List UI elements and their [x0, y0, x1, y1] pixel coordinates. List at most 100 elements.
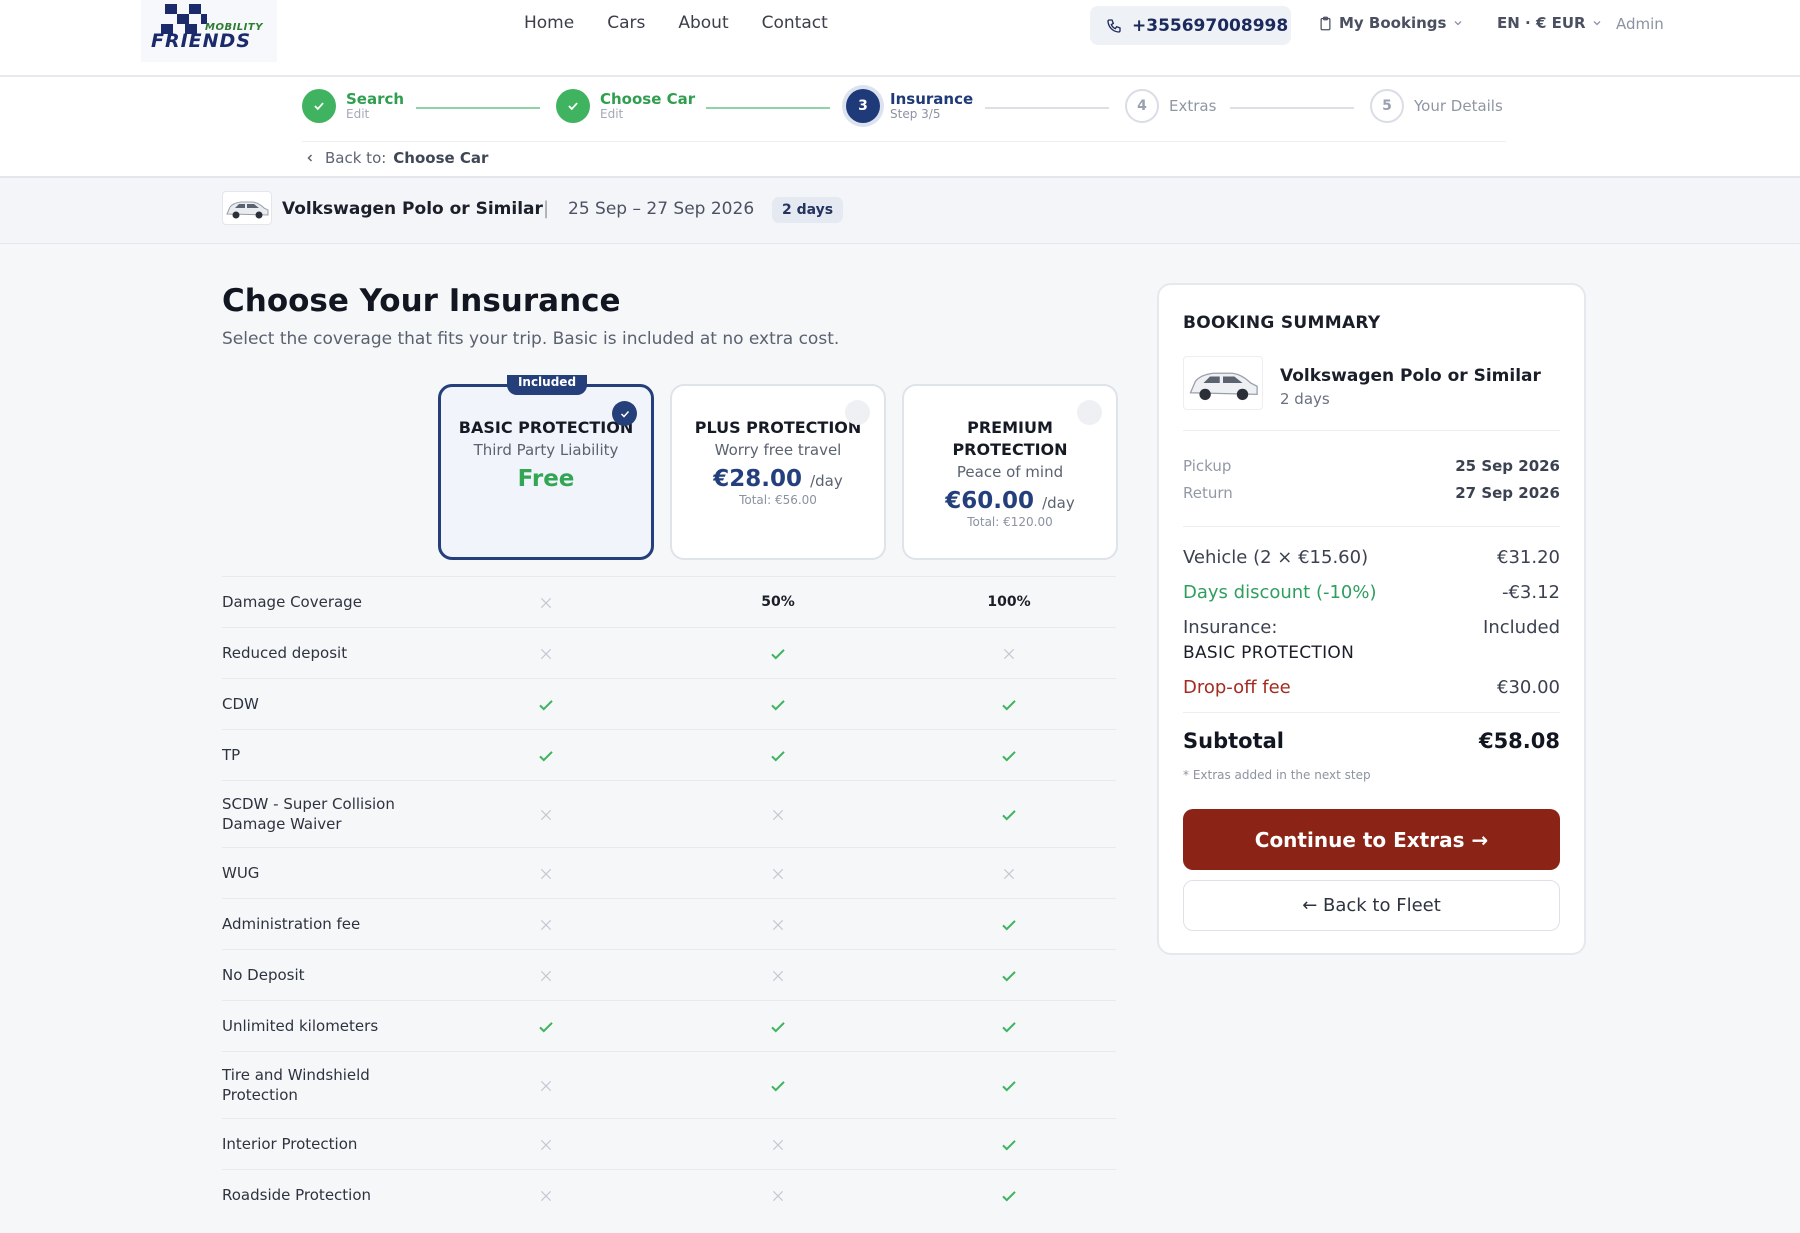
- feature-row: TP: [222, 729, 1116, 780]
- continue-to-extras-button[interactable]: Continue to Extras →: [1183, 809, 1560, 870]
- nav-contact[interactable]: Contact: [762, 13, 828, 33]
- brand-logo[interactable]: MOBILITY FRIENDS: [141, 0, 277, 62]
- back-target: Choose Car: [393, 149, 489, 167]
- nav-about[interactable]: About: [678, 13, 728, 33]
- cross-icon: [526, 646, 566, 662]
- vehicle-label: Vehicle (2 × €15.60): [1183, 547, 1369, 568]
- language-currency-label: EN · € EUR: [1497, 14, 1586, 32]
- insurance-amount: Included: [1483, 617, 1560, 638]
- plan-card-plus[interactable]: PLUS PROTECTION Worry free travel €28.00…: [670, 384, 886, 560]
- cross-icon: [526, 917, 566, 933]
- stepper-divider: [302, 141, 1506, 142]
- selected-check-icon: [612, 401, 637, 426]
- step-number: 5: [1370, 89, 1404, 123]
- check-icon: [989, 747, 1029, 765]
- feature-row: Unlimited kilometers: [222, 1000, 1116, 1051]
- cross-icon: [989, 646, 1029, 662]
- check-icon: [758, 696, 798, 714]
- cross-icon: [758, 807, 798, 823]
- step-subtitle: Edit: [346, 107, 370, 121]
- radio-button[interactable]: [845, 400, 870, 425]
- language-currency-menu[interactable]: EN · € EUR: [1497, 14, 1603, 32]
- page-title: Choose Your Insurance: [222, 283, 621, 319]
- step-connector: [985, 107, 1109, 109]
- phone-number: +355697008998: [1132, 15, 1289, 36]
- feature-row: Tire and Windshield Protection: [222, 1051, 1116, 1118]
- nav-home[interactable]: Home: [524, 13, 574, 33]
- feature-row: SCDW - Super Collision Damage Waiver: [222, 780, 1116, 847]
- admin-link[interactable]: Admin: [1616, 15, 1664, 33]
- feature-label: TP: [222, 746, 241, 764]
- plan-card-premium[interactable]: PREMIUM PROTECTION Peace of mind €60.00 …: [902, 384, 1118, 560]
- divider: [1183, 712, 1560, 713]
- feature-row: Interior Protection: [222, 1118, 1116, 1169]
- check-icon: [989, 1018, 1029, 1036]
- step-title: Insurance: [890, 90, 974, 108]
- selected-car-strip: Volkswagen Polo or Similar | 25 Sep – 27…: [0, 178, 1800, 244]
- feature-row: Damage Coverage 50% 100%: [222, 576, 1116, 627]
- back-prefix: Back to:: [325, 149, 387, 167]
- feature-label: Interior Protection: [222, 1135, 358, 1153]
- page-subtitle: Select the coverage that fits your trip.…: [222, 329, 840, 349]
- plan-price-unit: /day: [810, 472, 843, 490]
- cross-icon: [758, 1137, 798, 1153]
- cross-icon: [758, 866, 798, 882]
- cross-icon: [526, 807, 566, 823]
- my-bookings-menu[interactable]: My Bookings: [1318, 14, 1464, 32]
- check-icon: [989, 916, 1029, 934]
- check-icon: [526, 696, 566, 714]
- coverage-value: 100%: [987, 593, 1031, 610]
- back-to-fleet-button[interactable]: ← Back to Fleet: [1183, 880, 1560, 931]
- plan-price: Free: [517, 466, 575, 492]
- check-icon: [989, 1136, 1029, 1154]
- check-icon: [526, 747, 566, 765]
- step-title: Your Details: [1414, 97, 1503, 115]
- summary-heading: BOOKING SUMMARY: [1183, 313, 1381, 333]
- dropoff-label: Drop-off fee: [1183, 677, 1291, 698]
- dropoff-row: Drop-off fee €30.00: [1183, 677, 1560, 698]
- plan-price: €28.00: [713, 466, 803, 492]
- feature-label: WUG: [222, 864, 260, 882]
- step-choose-car[interactable]: Choose Car Edit: [556, 89, 695, 123]
- discount-label: Days discount (-10%): [1183, 582, 1377, 603]
- cross-icon: [526, 866, 566, 882]
- plan-total: Total: €56.00: [739, 493, 817, 507]
- step-connector: [416, 107, 540, 109]
- phone-button[interactable]: +355697008998: [1090, 6, 1291, 45]
- chevron-down-icon: [1593, 21, 1601, 26]
- cross-icon: [526, 1188, 566, 1204]
- plan-price-unit: /day: [1042, 494, 1075, 512]
- feature-row: Reduced deposit: [222, 627, 1116, 678]
- cross-icon: [526, 968, 566, 984]
- check-icon: [302, 89, 336, 123]
- feature-row: Roadside Protection: [222, 1169, 1116, 1220]
- vehicle-amount: €31.20: [1497, 547, 1560, 568]
- pickup-date: 25 Sep 2026: [1455, 457, 1560, 475]
- cross-icon: [526, 595, 566, 611]
- plan-total: Total: €120.00: [967, 515, 1053, 529]
- discount-amount: -€3.12: [1501, 582, 1560, 603]
- check-icon: [526, 1018, 566, 1036]
- subtotal-label: Subtotal: [1183, 729, 1284, 753]
- vehicle-row: Vehicle (2 × €15.60) €31.20: [1183, 547, 1560, 568]
- cross-icon: [526, 1137, 566, 1153]
- feature-label: CDW: [222, 695, 259, 713]
- cross-icon: [989, 866, 1029, 882]
- step-search[interactable]: Search Edit: [302, 89, 404, 123]
- car-thumbnail: [222, 191, 272, 225]
- plan-card-basic[interactable]: Included BASIC PROTECTION Third Party Li…: [438, 375, 654, 560]
- insurance-row: Insurance: Included: [1183, 617, 1560, 638]
- back-link[interactable]: Back to: Choose Car: [304, 149, 488, 167]
- feature-label: Unlimited kilometers: [222, 1017, 379, 1035]
- step-subtitle: Edit: [600, 107, 624, 121]
- check-icon: [758, 1018, 798, 1036]
- plan-tagline: Peace of mind: [956, 463, 1064, 481]
- plan-tagline: Worry free travel: [714, 441, 842, 459]
- summary-days: 2 days: [1280, 390, 1330, 408]
- check-icon: [989, 1187, 1029, 1205]
- booking-stepper: Search Edit Choose Car Edit 3 Insurance Ste…: [0, 77, 1800, 178]
- rental-dates: 25 Sep – 27 Sep 2026: [568, 199, 755, 219]
- nav-cars[interactable]: Cars: [607, 13, 645, 33]
- radio-button[interactable]: [1077, 400, 1102, 425]
- check-icon: [758, 645, 798, 663]
